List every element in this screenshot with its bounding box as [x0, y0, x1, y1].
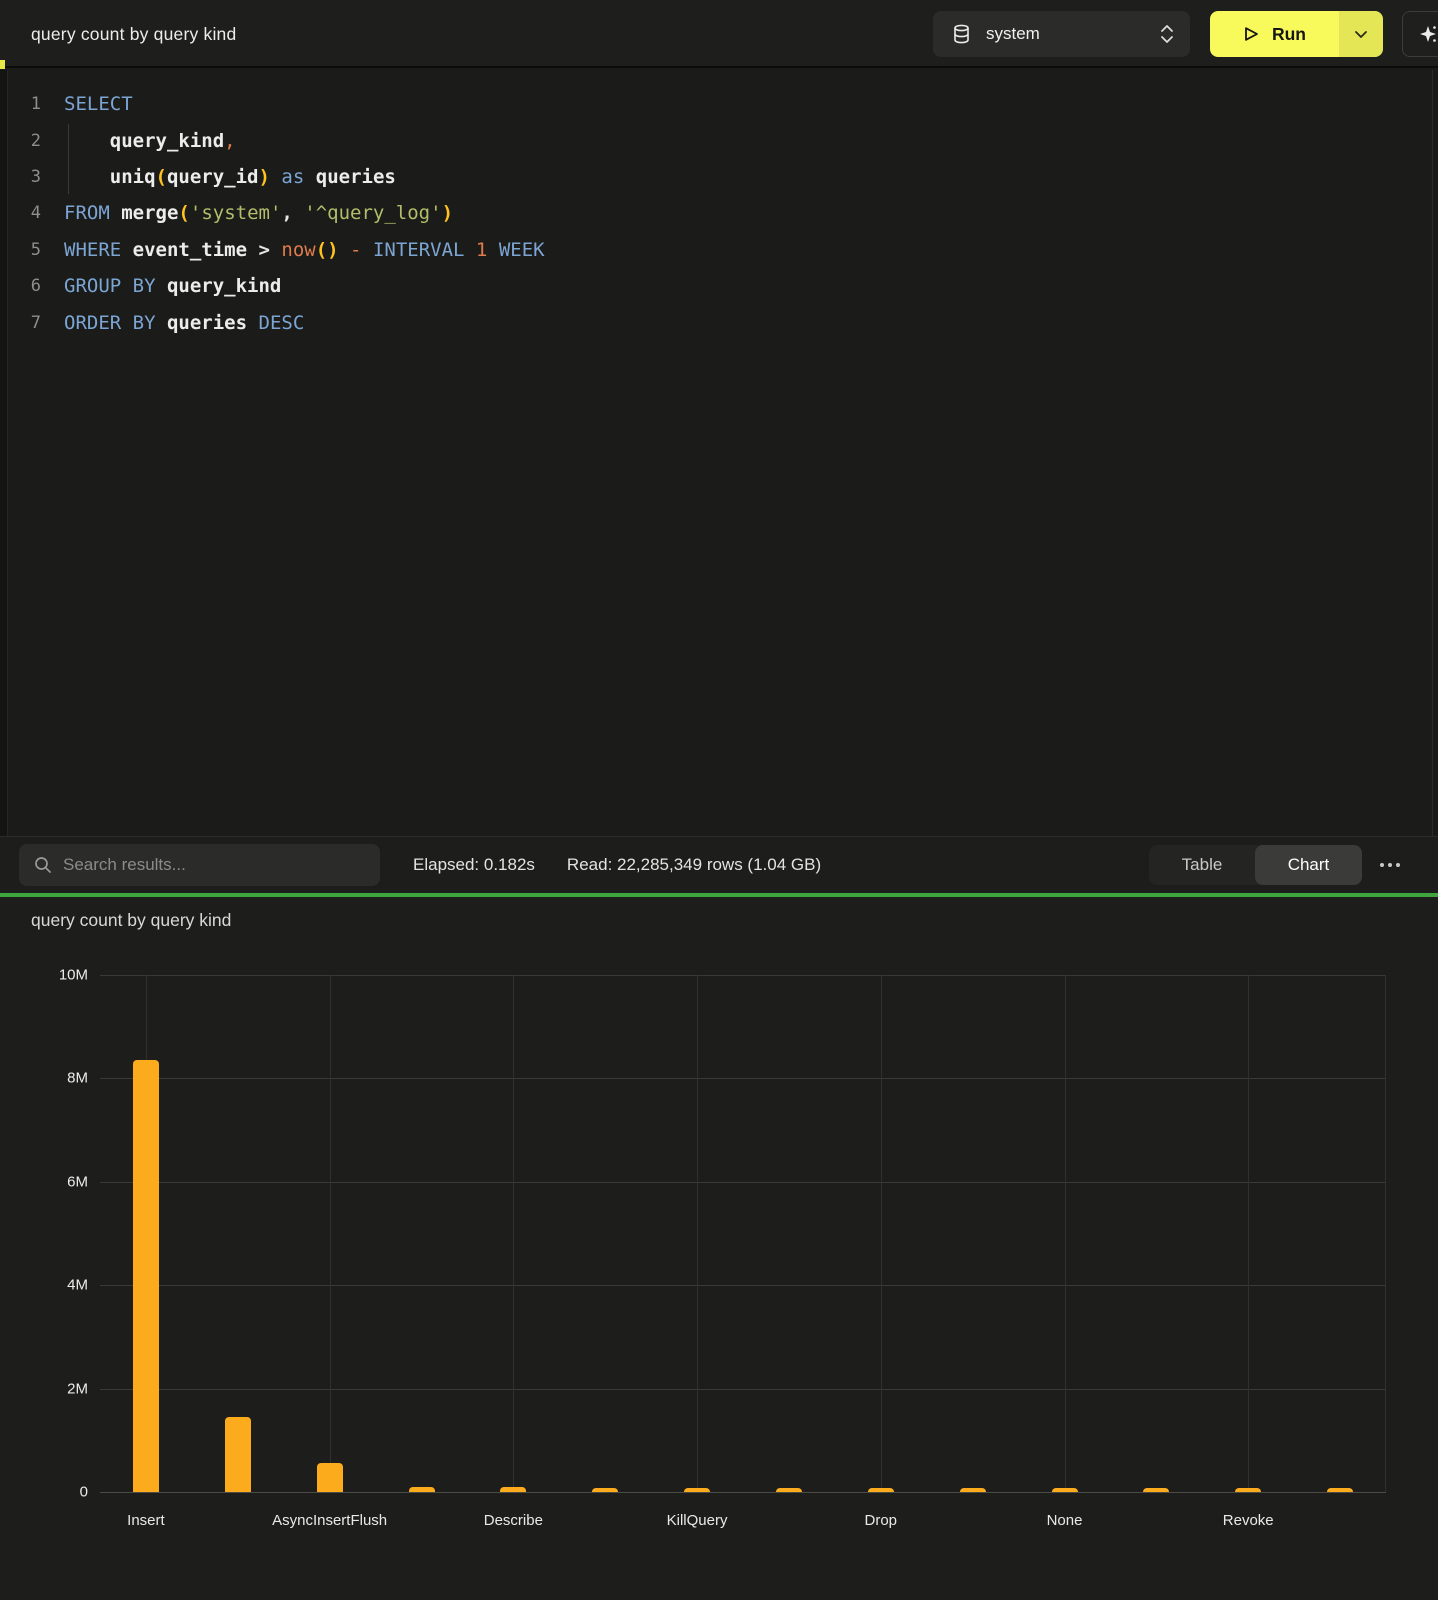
results-toolbar: Elapsed: 0.182s Read: 22,285,349 rows (1…	[0, 836, 1438, 893]
sparkle-icon	[1418, 24, 1438, 44]
bar[interactable]	[776, 1488, 802, 1492]
y-axis-label: 4M	[38, 1277, 88, 1294]
plot-area: 10M8M6M4M2M0InsertAsyncInsertFlushDescri…	[100, 975, 1386, 1492]
bar[interactable]	[500, 1487, 526, 1492]
code-line[interactable]: 7 ORDER BY queries DESC	[0, 304, 1420, 340]
code-text: GROUP BY query_kind	[64, 275, 281, 297]
read-text: Read: 22,285,349 rows (1.04 GB)	[567, 855, 821, 875]
code-text: ORDER BY queries DESC	[64, 312, 304, 334]
assistant-button[interactable]	[1402, 11, 1438, 57]
sql-console: query count by query kind system Run	[0, 0, 1438, 1600]
editor-scrollbar-track[interactable]	[1432, 70, 1438, 836]
bar[interactable]	[133, 1060, 159, 1492]
search-icon	[34, 856, 52, 874]
bar[interactable]	[409, 1487, 435, 1492]
bar[interactable]	[225, 1417, 251, 1492]
more-options-button[interactable]	[1378, 857, 1402, 873]
bar[interactable]	[1143, 1488, 1169, 1492]
code-line[interactable]: 6 GROUP BY query_kind	[0, 268, 1420, 304]
search-box	[19, 844, 380, 886]
query-title: query count by query kind	[31, 0, 236, 68]
code-line[interactable]: 3 uniq(query_id) as queries	[0, 159, 1420, 195]
x-axis-label: Drop	[791, 1512, 971, 1529]
x-axis-label: None	[975, 1512, 1155, 1529]
code-text: query_kind,	[64, 130, 236, 152]
line-number: 5	[0, 240, 41, 260]
line-number: 3	[0, 167, 41, 187]
run-split-button: Run	[1210, 11, 1383, 57]
x-axis-label: Insert	[56, 1512, 236, 1529]
x-grid-line	[697, 975, 698, 1492]
x-grid-line	[881, 975, 882, 1492]
cursor-notch	[0, 60, 5, 69]
sql-editor[interactable]: 1SELECT2 query_kind,3 uniq(query_id) as …	[0, 70, 1438, 836]
x-axis-label: Describe	[423, 1512, 603, 1529]
header-bar: query count by query kind system Run	[0, 0, 1438, 68]
line-number: 2	[0, 131, 41, 151]
code-text: uniq(query_id) as queries	[64, 166, 396, 188]
run-button[interactable]: Run	[1210, 11, 1339, 57]
toggle-table[interactable]: Table	[1149, 845, 1255, 885]
run-dropdown-button[interactable]	[1339, 11, 1383, 57]
y-axis-label: 0	[38, 1484, 88, 1501]
bar[interactable]	[317, 1463, 343, 1492]
run-button-label: Run	[1272, 24, 1306, 45]
y-axis-label: 10M	[38, 967, 88, 984]
bar[interactable]	[1327, 1488, 1353, 1492]
y-axis-label: 2M	[38, 1380, 88, 1397]
code-line[interactable]: 4 FROM merge('system', '^query_log')	[0, 195, 1420, 231]
bar[interactable]	[1235, 1488, 1261, 1492]
y-axis-label: 8M	[38, 1070, 88, 1087]
line-number: 1	[0, 94, 41, 114]
bar[interactable]	[868, 1488, 894, 1492]
bar[interactable]	[684, 1488, 710, 1492]
view-toggle: Table Chart	[1149, 845, 1362, 885]
y-grid-line	[100, 1078, 1386, 1079]
y-axis-label: 6M	[38, 1173, 88, 1190]
elapsed-text: Elapsed: 0.182s	[413, 855, 535, 875]
updown-chevron-icon	[1160, 23, 1174, 45]
code-text: WHERE event_time > now() - INTERVAL 1 WE…	[64, 239, 545, 261]
x-grid-line	[513, 975, 514, 1492]
code-text: SELECT	[64, 93, 133, 115]
ellipsis-icon	[1380, 863, 1384, 867]
indent-guide	[68, 124, 69, 194]
chart-title: query count by query kind	[31, 910, 231, 931]
chevron-down-icon	[1354, 30, 1368, 39]
plot-right-border	[1385, 975, 1386, 1492]
database-selector[interactable]: system	[933, 11, 1190, 57]
code-line[interactable]: 5 WHERE event_time > now() - INTERVAL 1 W…	[0, 232, 1420, 268]
x-grid-line	[330, 975, 331, 1492]
play-icon	[1243, 25, 1260, 43]
line-number: 7	[0, 313, 41, 333]
bar[interactable]	[960, 1488, 986, 1492]
code-line[interactable]: 1 SELECT	[0, 86, 1420, 122]
bar[interactable]	[592, 1488, 618, 1492]
x-grid-line	[1065, 975, 1066, 1492]
toggle-chart[interactable]: Chart	[1255, 845, 1362, 885]
x-grid-line	[1248, 975, 1249, 1492]
x-axis-label: Revoke	[1158, 1512, 1338, 1529]
line-number: 6	[0, 276, 41, 296]
code-line[interactable]: 2 query_kind,	[0, 122, 1420, 158]
y-grid-line	[100, 1285, 1386, 1286]
y-grid-line	[100, 1389, 1386, 1390]
bar[interactable]	[1052, 1488, 1078, 1492]
database-icon	[953, 24, 970, 44]
y-grid-line	[100, 1492, 1386, 1493]
line-number: 4	[0, 203, 41, 223]
search-input[interactable]	[63, 844, 363, 886]
database-selector-value: system	[986, 24, 1160, 44]
code-text: FROM merge('system', '^query_log')	[64, 202, 453, 224]
x-axis-label: AsyncInsertFlush	[240, 1512, 420, 1529]
y-grid-line	[100, 1182, 1386, 1183]
chart-panel: query count by query kind 10M8M6M4M2M0In…	[0, 897, 1438, 1600]
x-axis-label: KillQuery	[607, 1512, 787, 1529]
code-lines: 1SELECT2 query_kind,3 uniq(query_id) as …	[0, 86, 1420, 341]
y-grid-line	[100, 975, 1386, 976]
